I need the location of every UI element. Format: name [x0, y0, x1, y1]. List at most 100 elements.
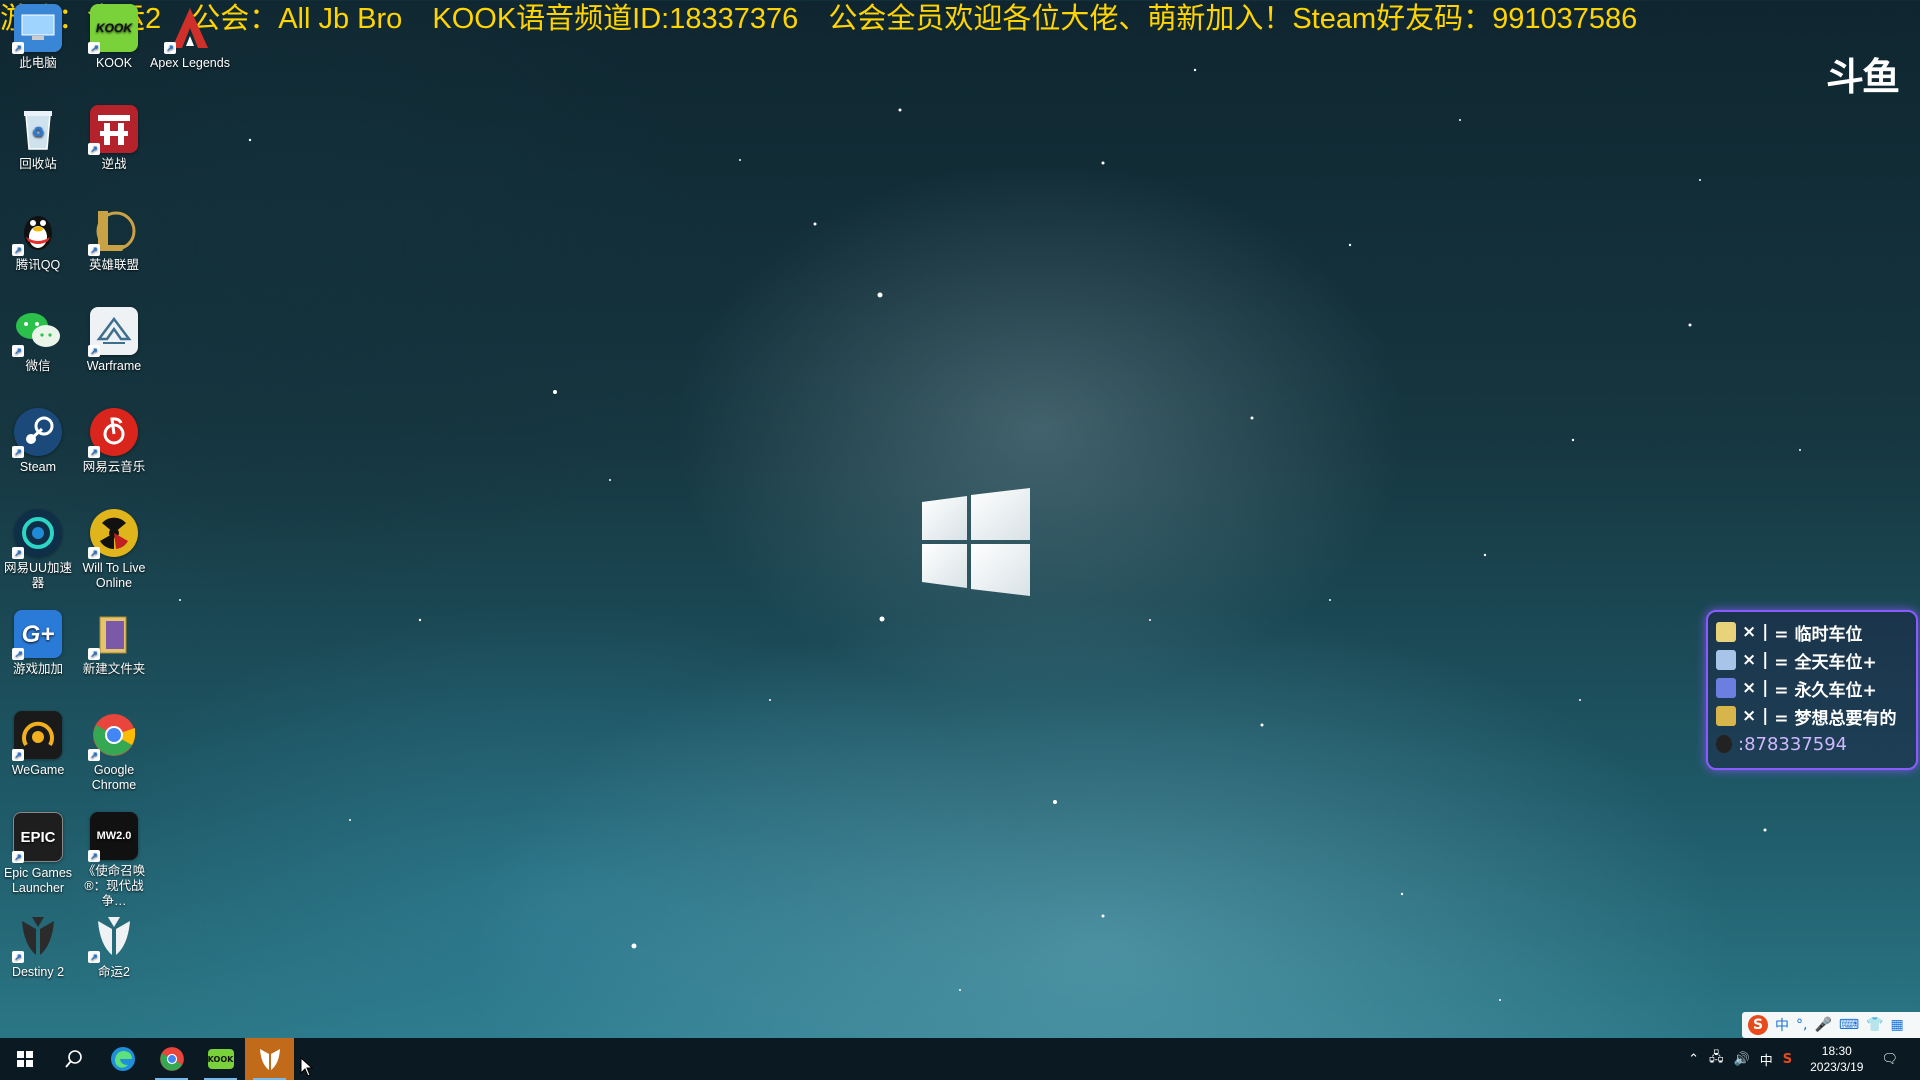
volume-icon[interactable]: 🔊	[1734, 1052, 1750, 1067]
sogou-logo-icon: S	[1748, 1015, 1768, 1035]
ime-keyboard-icon[interactable]: ⌨	[1839, 1017, 1859, 1033]
overlay-multiplier: × |	[1742, 622, 1769, 642]
desktop-icon-chrome[interactable]: ↗ Google Chrome	[74, 707, 154, 793]
overlay-qq-row: :878337594	[1708, 730, 1916, 758]
desktop-icon-kook[interactable]: KOOK ↗ KOOK	[74, 0, 154, 71]
kook-taskbar-button[interactable]: KOOK	[196, 1038, 245, 1080]
overlay-text: = 梦想总要有的	[1774, 708, 1897, 729]
search-icon	[64, 1050, 82, 1068]
desktop-icon-label: WeGame	[11, 763, 65, 777]
ime-toolbox-icon[interactable]: ▦	[1891, 1017, 1904, 1033]
game-plus-icon: G+ ↗	[12, 610, 62, 660]
overlay-text: = 永久车位+	[1774, 680, 1877, 701]
sogou-ime-bar[interactable]: S 中 °, 🎤 ⌨ 👕 ▦	[1742, 1012, 1920, 1038]
desktop-icon-label: KOOK	[95, 56, 133, 70]
system-tray: ⌃ 🖧 🔊 中 S 18:30 2023/3/19 🗨	[1688, 1038, 1920, 1080]
overlay-text: = 临时车位	[1774, 624, 1863, 645]
uu-accelerator-icon: ↗	[12, 509, 62, 559]
network-icon[interactable]: 🖧	[1709, 1048, 1724, 1070]
desktop-icon-will-to-live[interactable]: ↗ Will To Live Online	[74, 505, 154, 591]
desktop-icon-label: Steam	[19, 460, 57, 474]
desktop-icon-game-plus[interactable]: G+ ↗ 游戏加加	[0, 606, 78, 677]
this-pc-icon: ↗	[12, 4, 62, 54]
ime-indicator[interactable]: 中	[1760, 1050, 1773, 1069]
desktop-icon-wegame[interactable]: ↗ WeGame	[0, 707, 78, 778]
overlay-qq-number: :878337594	[1738, 733, 1848, 755]
league-of-legends-icon: ↗	[88, 206, 138, 256]
desktop-icon-label: 回收站	[19, 157, 57, 171]
edge-button[interactable]	[98, 1038, 147, 1080]
start-button[interactable]	[0, 1038, 49, 1080]
edge-icon	[110, 1047, 135, 1071]
kook-icon: KOOK	[207, 1049, 234, 1069]
ime-mode-toggle[interactable]: 中	[1775, 1015, 1789, 1035]
tray-time: 18:30	[1821, 1044, 1852, 1058]
desktop-icon-netease-music[interactable]: ↗ 网易云音乐	[74, 404, 154, 475]
overlay-text: = 全天车位+	[1774, 652, 1877, 673]
ime-punct-toggle[interactable]: °,	[1796, 1017, 1807, 1033]
overlay-row: × | = 临时车位	[1708, 618, 1916, 646]
desktop-icon-label: 网易UU加速器	[3, 561, 73, 590]
desktop-icon-lol[interactable]: ↗ 英雄联盟	[74, 202, 154, 273]
taskbar: KOOK ⌃ 🖧 🔊 中 S 18:30 2023/3/19 🗨	[0, 1038, 1920, 1080]
steam-icon: ↗	[12, 408, 62, 458]
tray-date: 2023/3/19	[1810, 1060, 1864, 1074]
mouse-cursor-icon	[300, 1057, 314, 1077]
douyu-watermark: 斗鱼	[1825, 55, 1900, 99]
desktop-icon-this-pc[interactable]: ↗ 此电脑	[0, 0, 78, 71]
desktop-icon-label: 此电脑	[19, 56, 57, 70]
notification-center-icon[interactable]: 🗨	[1881, 1052, 1898, 1067]
desktop-icon-warframe[interactable]: ↗ Warframe	[74, 303, 154, 374]
desktop-icon-steam[interactable]: ↗ Steam	[0, 404, 78, 475]
desktop-icon-label: Warframe	[86, 359, 142, 373]
kook-icon-text: KOOK	[96, 20, 132, 35]
desktop-icon-cod-mw2[interactable]: MW2.0 ↗ 《使命召唤®：现代战争…	[74, 808, 154, 909]
desktop-icon-qq[interactable]: ↗ 腾讯QQ	[0, 202, 78, 273]
recycle-bin-icon: ♻	[14, 105, 62, 153]
desktop-icon-nizhan[interactable]: ↗ 逆战	[74, 101, 154, 172]
kook-taskbar-text: KOOK	[207, 1054, 234, 1064]
overlay-multiplier: × |	[1742, 650, 1769, 670]
ime-voice-icon[interactable]: 🎤	[1814, 1017, 1831, 1033]
desktop-icon-label: 逆战	[101, 157, 127, 171]
epic-icon-text: EPIC	[20, 828, 56, 846]
cod-mw2-icon: MW2.0 ↗	[88, 812, 138, 862]
chevron-up-icon[interactable]: ⌃	[1688, 1052, 1699, 1067]
destiny2-icon: ↗	[12, 913, 62, 963]
tray-clock[interactable]: 18:30 2023/3/19	[1810, 1043, 1863, 1075]
desktop-icon-label: Will To Live Online	[82, 561, 146, 590]
overlay-row: × | = 永久车位+	[1708, 674, 1916, 702]
mw2-icon-text: MW2.0	[96, 829, 132, 842]
qq-penguin-icon	[1716, 735, 1732, 753]
desktop-icon-uu[interactable]: ↗ 网易UU加速器	[0, 505, 78, 591]
desktop-icon-label: 微信	[25, 359, 51, 373]
windows-start-icon	[16, 1051, 33, 1067]
netease-music-icon: ↗	[88, 408, 138, 458]
gift-icon	[1716, 650, 1736, 670]
desktop-icon-label: Google Chrome	[91, 763, 137, 792]
search-button[interactable]	[49, 1038, 98, 1080]
ime-skin-icon[interactable]: 👕	[1866, 1017, 1883, 1033]
desktop-icon-new-folder[interactable]: ↗ 新建文件夹	[74, 606, 154, 677]
gift-icon	[1716, 706, 1736, 726]
qq-icon: ↗	[12, 206, 62, 256]
desktop-icon-recycle-bin[interactable]: ♻ 回收站	[0, 101, 78, 172]
destiny2-taskbar-button[interactable]	[245, 1038, 294, 1080]
desktop-icon-apex[interactable]: ↗ Apex Legends	[150, 0, 230, 71]
overlay-row: × | = 全天车位+	[1708, 646, 1916, 674]
stream-marquee: 游戏：命运2 公会：All Jb Bro KOOK语音频道ID:18337376…	[0, 0, 1920, 40]
gift-icon	[1716, 678, 1736, 698]
marquee-welcome: 公会全员欢迎各位大佬、萌新加入！Steam好友码：991037586	[828, 3, 1638, 35]
desktop-icon-label: 腾讯QQ	[15, 258, 61, 272]
chrome-taskbar-button[interactable]	[147, 1038, 196, 1080]
will-to-live-icon: ↗	[88, 509, 138, 559]
chrome-icon: ↗	[88, 711, 138, 761]
sogou-tray-icon[interactable]: S	[1783, 1052, 1792, 1067]
chrome-icon	[159, 1047, 184, 1071]
desktop-icon-wechat[interactable]: ↗ 微信	[0, 303, 78, 374]
desktop-icon-epic[interactable]: EPIC ↗ Epic Games Launcher	[0, 808, 78, 896]
desktop-icon-destiny2[interactable]: ↗ Destiny 2	[0, 909, 78, 980]
wechat-icon: ↗	[12, 307, 62, 357]
desktop-icon-label: Epic Games Launcher	[3, 866, 73, 895]
desktop-icon-mingyun2[interactable]: ↗ 命运2	[74, 909, 154, 980]
